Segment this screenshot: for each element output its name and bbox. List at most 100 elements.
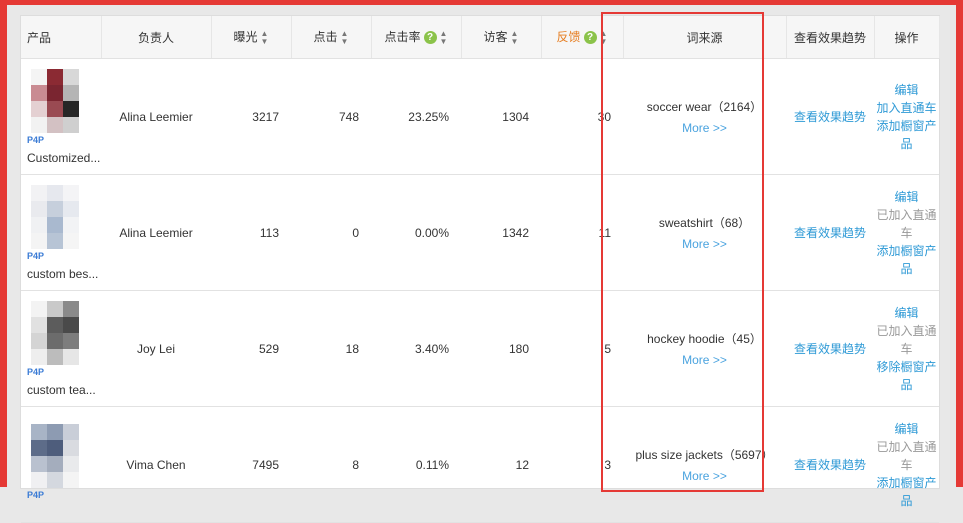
product-cell[interactable]: P4P custom tea... — [21, 290, 101, 407]
header-trend: 查看效果趋势 — [786, 16, 875, 59]
product-cell[interactable]: P4P Customized... — [21, 58, 101, 175]
table-row: P4P Vima Chen 7495 8 0.11% 12 3 plus siz… — [21, 406, 939, 523]
thumbnail-pixel — [31, 423, 47, 440]
keyword-source-cell: plus size jackets（5697） More >> — [623, 406, 786, 523]
product-performance-panel: 产品 负责人 曝光 ▲ ▼ 点击 ▲ ▼ 点击率? ▲ ▼ 访客 ▲ ▼ 反馈? ▲ ▼ 词来源 查… — [20, 15, 940, 523]
sort-icon[interactable]: ▲ ▼ — [511, 29, 519, 46]
table-row: P4P Customized... Alina Leemier 3217 748… — [21, 58, 939, 175]
view-trend-link[interactable]: 查看效果趋势 — [794, 342, 866, 356]
feedback-cell: 11 — [541, 174, 623, 291]
actions-cell: 编辑 已加入直通车 添加橱窗产品 — [874, 174, 939, 291]
product-name[interactable]: custom bes... — [27, 267, 100, 281]
table-header-row: 产品 负责人 曝光 ▲ ▼ 点击 ▲ ▼ 点击率? ▲ ▼ 访客 ▲ ▼ 反馈? ▲ ▼ 词来源 查… — [21, 16, 940, 59]
keyword-source-cell: sweatshirt（68） More >> — [623, 174, 786, 291]
thumbnail-pixel — [31, 316, 47, 333]
ctr-cell: 23.25% — [371, 58, 461, 175]
thumbnail-pixel — [47, 84, 63, 101]
sort-icon[interactable]: ▲ ▼ — [600, 29, 608, 46]
thumbnail-pixel — [63, 471, 79, 488]
product-thumbnail[interactable] — [31, 184, 79, 249]
thumbnail-pixel — [47, 348, 63, 365]
feedback-cell: 30 — [541, 58, 623, 175]
thumbnail-pixel — [47, 216, 63, 233]
keyword-source-cell: soccer wear（2164） More >> — [623, 58, 786, 175]
thumbnail-pixel — [31, 100, 47, 117]
help-icon[interactable]: ? — [583, 31, 597, 45]
clicks-cell: 8 — [291, 406, 371, 523]
header-visitors[interactable]: 访客 ▲ ▼ — [461, 16, 542, 59]
keyword-source-cell: hockey hoodie（45） More >> — [623, 290, 786, 407]
thumbnail-pixel — [63, 100, 79, 117]
thumbnail-pixel — [63, 316, 79, 333]
header-impressions[interactable]: 曝光 ▲ ▼ — [211, 16, 292, 59]
thumbnail-pixel — [47, 316, 63, 333]
header-clicks[interactable]: 点击 ▲ ▼ — [291, 16, 372, 59]
thumbnail-pixel — [47, 455, 63, 472]
more-link[interactable]: More >> — [624, 353, 785, 367]
trend-cell: 查看效果趋势 — [786, 406, 874, 523]
thumbnail-pixel — [63, 68, 79, 85]
sort-icon[interactable]: ▲ ▼ — [341, 29, 349, 46]
p4p-link[interactable]: 已加入直通车 — [875, 438, 938, 474]
sort-icon[interactable]: ▲ ▼ — [261, 29, 269, 46]
impressions-cell: 7495 — [211, 406, 291, 523]
visitors-cell: 12 — [461, 406, 541, 523]
header-ctr[interactable]: 点击率? ▲ ▼ — [371, 16, 462, 59]
edit-link[interactable]: 编辑 — [875, 420, 938, 438]
thumbnail-pixel — [31, 116, 47, 133]
product-thumbnail[interactable] — [31, 423, 79, 488]
thumbnail-pixel — [47, 116, 63, 133]
showcase-link[interactable]: 添加橱窗产品 — [875, 117, 938, 153]
product-cell[interactable]: P4P — [21, 406, 101, 523]
showcase-link[interactable]: 添加橱窗产品 — [875, 242, 938, 278]
thumbnail-pixel — [31, 455, 47, 472]
thumbnail-pixel — [31, 471, 47, 488]
highlight-frame-top — [0, 0, 963, 5]
actions-cell: 编辑 已加入直通车 移除橱窗产品 — [874, 290, 939, 407]
more-link[interactable]: More >> — [624, 469, 785, 483]
product-name[interactable]: Customized... — [27, 151, 100, 165]
thumbnail-pixel — [47, 100, 63, 117]
p4p-badge: P4P — [27, 250, 45, 261]
header-owner: 负责人 — [101, 16, 212, 59]
product-thumbnail[interactable] — [31, 68, 79, 133]
thumbnail-pixel — [31, 200, 47, 217]
p4p-link[interactable]: 加入直通车 — [875, 99, 938, 117]
keyword-text: sweatshirt（68） — [658, 216, 751, 230]
ctr-cell: 0.00% — [371, 174, 461, 291]
owner-cell: Alina Leemier — [101, 58, 211, 175]
edit-link[interactable]: 编辑 — [875, 304, 938, 322]
thumbnail-pixel — [31, 68, 47, 85]
trend-cell: 查看效果趋势 — [786, 290, 874, 407]
visitors-cell: 180 — [461, 290, 541, 407]
p4p-link[interactable]: 已加入直通车 — [875, 206, 938, 242]
thumbnail-pixel — [63, 332, 79, 349]
clicks-cell: 748 — [291, 58, 371, 175]
view-trend-link[interactable]: 查看效果趋势 — [794, 458, 866, 472]
impressions-cell: 3217 — [211, 58, 291, 175]
product-cell[interactable]: P4P custom bes... — [21, 174, 101, 291]
view-trend-link[interactable]: 查看效果趋势 — [794, 226, 866, 240]
p4p-link[interactable]: 已加入直通车 — [875, 322, 938, 358]
thumbnail-pixel — [63, 439, 79, 456]
more-link[interactable]: More >> — [624, 237, 785, 251]
owner-cell: Alina Leemier — [101, 174, 211, 291]
impressions-cell: 529 — [211, 290, 291, 407]
showcase-link[interactable]: 移除橱窗产品 — [875, 358, 938, 394]
edit-link[interactable]: 编辑 — [875, 188, 938, 206]
header-feedback[interactable]: 反馈? ▲ ▼ — [541, 16, 624, 59]
sort-icon[interactable]: ▲ ▼ — [440, 29, 448, 46]
header-keyword-source: 词来源 — [623, 16, 787, 59]
thumbnail-pixel — [31, 232, 47, 249]
view-trend-link[interactable]: 查看效果趋势 — [794, 110, 866, 124]
product-name[interactable]: custom tea... — [27, 383, 100, 397]
thumbnail-pixel — [63, 216, 79, 233]
help-icon[interactable]: ? — [423, 31, 437, 45]
edit-link[interactable]: 编辑 — [875, 81, 938, 99]
trend-cell: 查看效果趋势 — [786, 58, 874, 175]
product-thumbnail[interactable] — [31, 300, 79, 365]
more-link[interactable]: More >> — [624, 121, 785, 135]
owner-cell: Vima Chen — [101, 406, 211, 523]
p4p-badge: P4P — [27, 489, 45, 500]
showcase-link[interactable]: 添加橱窗产品 — [875, 474, 938, 510]
